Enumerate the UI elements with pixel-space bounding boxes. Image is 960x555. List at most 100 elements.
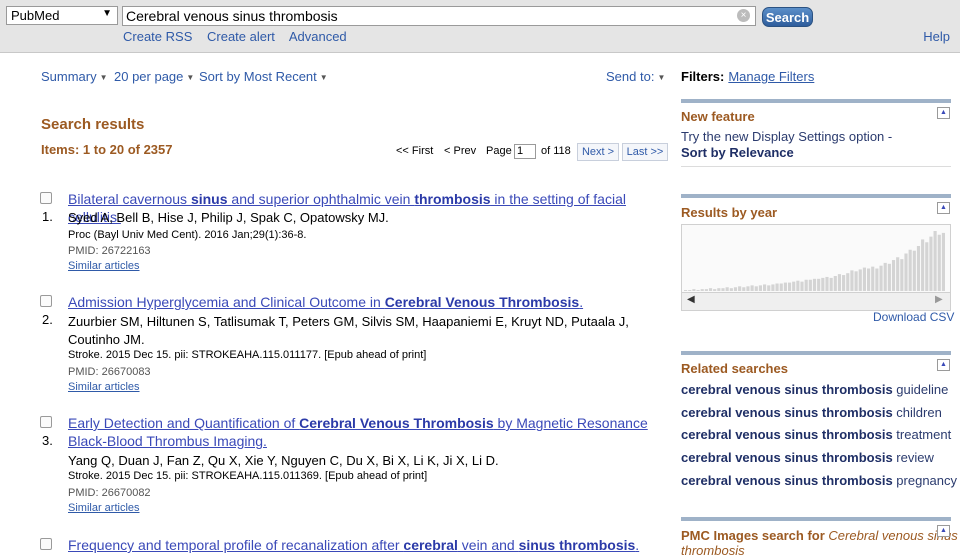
per-page-menu[interactable]: 20 per page ▼: [114, 69, 194, 84]
search-button[interactable]: Search: [762, 7, 813, 27]
collapse-icon[interactable]: ▲: [937, 525, 950, 537]
related-search-link[interactable]: cerebral venous sinus thrombosis treatme…: [681, 427, 951, 442]
collapse-icon[interactable]: ▲: [937, 107, 950, 119]
related-search-link[interactable]: cerebral venous sinus thrombosis guideli…: [681, 382, 948, 397]
related-search-link[interactable]: cerebral venous sinus thrombosis review: [681, 450, 934, 465]
year-bar[interactable]: [900, 259, 904, 292]
year-bar[interactable]: [825, 276, 829, 291]
year-bar[interactable]: [871, 266, 875, 292]
year-bar[interactable]: [842, 275, 846, 291]
send-to-menu[interactable]: Send to: ▼: [606, 69, 665, 84]
year-bar[interactable]: [750, 285, 754, 292]
help-link[interactable]: Help: [923, 29, 950, 44]
year-bar[interactable]: [796, 280, 800, 291]
sort-by-relevance-link[interactable]: Sort by Relevance: [681, 145, 794, 160]
year-bar[interactable]: [875, 268, 879, 292]
collapse-icon[interactable]: ▲: [937, 202, 950, 214]
year-bar[interactable]: [916, 246, 921, 291]
year-bar[interactable]: [783, 282, 787, 291]
year-bar[interactable]: [904, 253, 908, 292]
year-bar[interactable]: [879, 265, 883, 291]
year-bar[interactable]: [921, 239, 925, 291]
result-checkbox[interactable]: [40, 538, 52, 550]
year-bar[interactable]: [684, 290, 688, 291]
year-bar[interactable]: [925, 242, 929, 291]
year-bar[interactable]: [896, 257, 900, 291]
year-bar[interactable]: [891, 260, 896, 291]
year-bar[interactable]: [866, 268, 871, 292]
year-bar[interactable]: [929, 236, 933, 292]
result-checkbox[interactable]: [40, 295, 52, 307]
year-bar[interactable]: [738, 286, 742, 291]
year-bar[interactable]: [721, 288, 725, 291]
year-bar[interactable]: [708, 288, 713, 291]
next-page-button[interactable]: Next >: [577, 143, 619, 161]
sort-menu[interactable]: Sort by Most Recent ▼: [199, 69, 328, 84]
year-bar[interactable]: [817, 278, 821, 291]
year-bar[interactable]: [908, 249, 912, 291]
result-title-link[interactable]: Frequency and temporal profile of recana…: [68, 536, 678, 554]
year-bar[interactable]: [717, 288, 721, 291]
year-bar[interactable]: [688, 290, 692, 291]
year-bar[interactable]: [821, 277, 825, 292]
year-bar[interactable]: [763, 284, 767, 291]
year-bar[interactable]: [850, 270, 854, 292]
year-bar[interactable]: [933, 231, 937, 291]
year-bar[interactable]: [883, 262, 887, 292]
year-bar[interactable]: [771, 284, 775, 291]
year-bar[interactable]: [779, 283, 783, 292]
year-bar[interactable]: [804, 279, 808, 291]
year-bar[interactable]: [696, 290, 700, 291]
similar-articles-link[interactable]: Similar articles: [68, 381, 140, 393]
year-bar[interactable]: [833, 276, 837, 291]
result-checkbox[interactable]: [40, 192, 52, 204]
year-bar[interactable]: [733, 287, 738, 291]
create-rss-link[interactable]: Create RSS: [123, 29, 192, 44]
year-bar[interactable]: [862, 267, 866, 291]
year-bar[interactable]: [887, 263, 891, 291]
result-title-link[interactable]: Early Detection and Quantification of Ce…: [68, 414, 678, 450]
year-bar[interactable]: [837, 274, 842, 292]
year-bar[interactable]: [758, 285, 763, 292]
last-page-button[interactable]: Last >>: [622, 143, 668, 161]
scroll-right-icon[interactable]: ▶: [935, 294, 943, 305]
search-input[interactable]: Cerebral venous sinus thrombosis: [122, 6, 756, 26]
manage-filters-link[interactable]: Manage Filters: [728, 69, 814, 84]
year-bar[interactable]: [713, 289, 717, 292]
year-bar[interactable]: [800, 281, 804, 292]
similar-articles-link[interactable]: Similar articles: [68, 260, 140, 272]
related-search-link[interactable]: cerebral venous sinus thrombosis pregnan…: [681, 473, 957, 488]
download-csv-link[interactable]: Download CSV: [873, 310, 954, 324]
year-bar[interactable]: [912, 250, 916, 291]
page-number-input[interactable]: 1: [514, 144, 536, 159]
year-bar[interactable]: [812, 278, 817, 291]
create-alert-link[interactable]: Create alert: [207, 29, 275, 44]
year-bar[interactable]: [829, 277, 833, 292]
year-bar[interactable]: [700, 289, 704, 292]
similar-articles-link[interactable]: Similar articles: [68, 502, 140, 514]
advanced-link[interactable]: Advanced: [289, 29, 347, 44]
year-bar[interactable]: [742, 287, 746, 291]
year-bar[interactable]: [941, 232, 945, 292]
year-bar[interactable]: [846, 273, 850, 291]
year-bar[interactable]: [937, 234, 941, 291]
year-bar[interactable]: [704, 289, 708, 292]
year-bar[interactable]: [792, 281, 796, 292]
summary-format-menu[interactable]: Summary ▼: [41, 69, 108, 84]
database-select[interactable]: PubMed ▼: [6, 6, 118, 25]
year-bar[interactable]: [808, 279, 812, 291]
chart-scrollbar[interactable]: [682, 292, 950, 310]
year-bar[interactable]: [775, 283, 779, 292]
scroll-left-icon[interactable]: ◀: [687, 294, 695, 305]
related-search-link[interactable]: cerebral venous sinus thrombosis childre…: [681, 405, 942, 420]
year-bar[interactable]: [725, 287, 729, 291]
collapse-icon[interactable]: ▲: [937, 359, 950, 371]
clear-icon[interactable]: ×: [737, 9, 750, 22]
year-bar[interactable]: [729, 288, 733, 291]
year-bar[interactable]: [854, 271, 858, 291]
year-bar[interactable]: [858, 269, 862, 291]
year-bar[interactable]: [787, 282, 792, 291]
year-bar[interactable]: [746, 286, 750, 291]
year-bar[interactable]: [754, 286, 758, 291]
result-title-link[interactable]: Admission Hyperglycemia and Clinical Out…: [68, 293, 678, 311]
